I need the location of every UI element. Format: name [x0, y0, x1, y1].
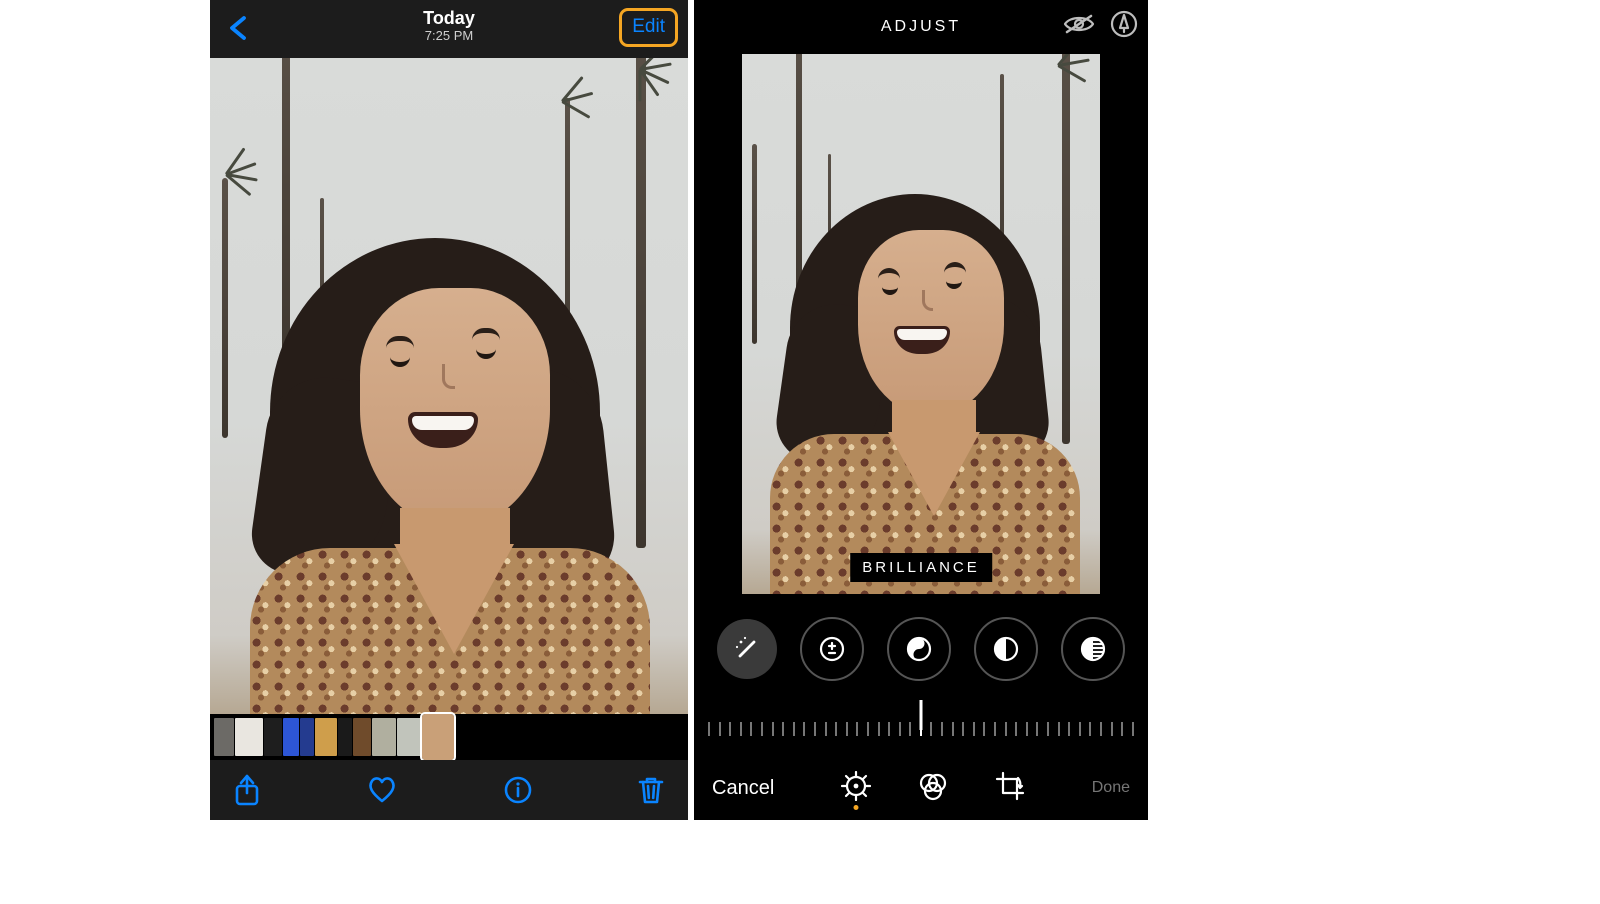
mode-filters[interactable] [917, 771, 949, 806]
mode-crop[interactable] [995, 771, 1025, 806]
dial-auto[interactable] [717, 619, 777, 679]
half-left-icon [991, 634, 1021, 664]
viewer-topbar: Today 7:25 PM Edit [210, 0, 688, 58]
favorite-button[interactable] [365, 775, 399, 805]
info-icon [503, 775, 533, 805]
thumbnail[interactable] [422, 714, 454, 760]
trash-icon [636, 774, 666, 806]
thumbnail[interactable] [264, 718, 282, 756]
thumbnail[interactable] [372, 718, 396, 756]
thumbnail-strip[interactable] [210, 714, 688, 760]
share-button[interactable] [232, 773, 262, 807]
dial-brilliance[interactable] [887, 617, 951, 681]
thumbnail[interactable] [353, 718, 371, 756]
pm-icon [817, 634, 847, 664]
heart-icon [365, 775, 399, 805]
adjust-icon [841, 771, 871, 801]
dial-shadows[interactable] [1061, 617, 1125, 681]
thumbnail[interactable] [214, 718, 234, 756]
viewer-title: Today [210, 8, 688, 29]
delete-button[interactable] [636, 774, 666, 806]
info-button[interactable] [503, 775, 533, 805]
thumbnail[interactable] [235, 718, 263, 756]
markup-button[interactable] [1110, 10, 1138, 38]
edit-button[interactable]: Edit [619, 8, 678, 47]
photo-main[interactable] [210, 58, 688, 714]
slider-ticks [708, 714, 1134, 736]
current-adjustment-label: BRILLIANCE [850, 553, 992, 582]
thumbnail[interactable] [300, 718, 314, 756]
compare-toggle[interactable] [1062, 12, 1096, 36]
photos-viewer-screen: Today 7:25 PM Edit [210, 0, 688, 820]
wand-icon [732, 634, 762, 664]
photo-preview[interactable]: BRILLIANCE [742, 54, 1100, 594]
edit-button-label: Edit [632, 16, 665, 37]
thumbnail[interactable] [338, 718, 352, 756]
editor-title: ADJUST [881, 18, 961, 36]
half-stripes-icon [1078, 634, 1108, 664]
adjustment-dials [694, 610, 1148, 688]
thumbnail[interactable] [283, 718, 299, 756]
thumbnail[interactable] [315, 718, 337, 756]
filters-icon [917, 771, 949, 801]
photo-editor-screen: ADJUST [694, 0, 1148, 820]
mode-adjust[interactable] [841, 771, 871, 806]
editor-topbar: ADJUST [694, 0, 1148, 54]
adjustment-slider[interactable] [708, 700, 1134, 744]
dial-exposure[interactable] [800, 617, 864, 681]
share-icon [232, 773, 262, 807]
viewer-time: 7:25 PM [210, 28, 688, 43]
markup-icon [1110, 10, 1138, 38]
dial-highlights[interactable] [974, 617, 1038, 681]
active-mode-indicator [854, 805, 859, 810]
thumbnail[interactable] [397, 718, 421, 756]
editor-bottombar: Cancel Done [694, 756, 1148, 820]
viewer-bottombar [210, 760, 688, 820]
yin-icon [904, 634, 934, 664]
crop-icon [995, 771, 1025, 801]
eye-off-icon [1062, 12, 1096, 36]
done-button[interactable]: Done [1092, 779, 1130, 797]
cancel-button[interactable]: Cancel [712, 777, 774, 800]
